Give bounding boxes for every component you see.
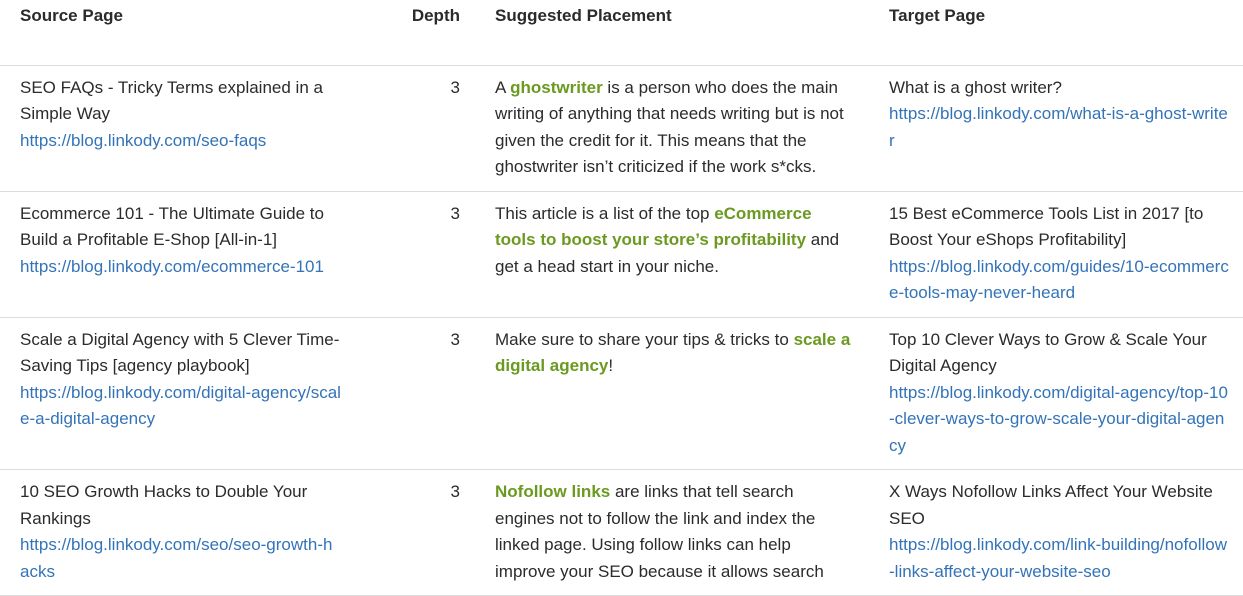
target-title: Top 10 Clever Ways to Grow & Scale Your … bbox=[889, 329, 1207, 376]
source-title: Scale a Digital Agency with 5 Clever Tim… bbox=[20, 329, 340, 376]
target-cell: X Ways Nofollow Links Affect Your Websit… bbox=[869, 469, 1243, 596]
source-link[interactable]: https://blog.linkody.com/seo-faqs bbox=[20, 128, 341, 155]
table-row: 10 SEO Growth Hacks to Double Your Ranki… bbox=[0, 469, 1243, 596]
column-header-source[interactable]: Source Page bbox=[0, 0, 355, 66]
source-cell: Ecommerce 101 - The Ultimate Guide to Bu… bbox=[0, 191, 355, 318]
column-header-placement[interactable]: Suggested Placement bbox=[475, 0, 869, 66]
internal-links-table: Source Page Depth Suggested Placement Ta… bbox=[0, 0, 1243, 596]
source-title: SEO FAQs - Tricky Terms explained in a S… bbox=[20, 77, 323, 124]
placement-text-before: Make sure to share your tips & tricks to bbox=[495, 329, 794, 349]
placement-cell: A ghostwriter is a person who does the m… bbox=[475, 65, 869, 192]
source-cell: Scale a Digital Agency with 5 Clever Tim… bbox=[0, 317, 355, 470]
source-title: 10 SEO Growth Hacks to Double Your Ranki… bbox=[20, 482, 308, 528]
anchor-text: Nofollow links bbox=[495, 482, 611, 501]
source-cell: SEO FAQs - Tricky Terms explained in a S… bbox=[0, 65, 355, 192]
target-title: What is a ghost writer? bbox=[889, 77, 1062, 97]
placement-cell: Make sure to share your tips & tricks to… bbox=[475, 317, 869, 470]
target-link[interactable]: https://blog.linkody.com/link-building/n… bbox=[889, 532, 1229, 585]
depth-value: 3 bbox=[355, 317, 475, 470]
source-link[interactable]: https://blog.linkody.com/seo/seo-growth-… bbox=[20, 532, 341, 585]
column-header-target[interactable]: Target Page bbox=[869, 0, 1243, 66]
placement-cell: Nofollow links are links that tell searc… bbox=[475, 469, 869, 596]
table-row: SEO FAQs - Tricky Terms explained in a S… bbox=[0, 65, 1243, 192]
table-row: Ecommerce 101 - The Ultimate Guide to Bu… bbox=[0, 191, 1243, 318]
table-row: Scale a Digital Agency with 5 Clever Tim… bbox=[0, 317, 1243, 470]
target-title: 15 Best eCommerce Tools List in 2017 [to… bbox=[889, 203, 1204, 250]
depth-value: 3 bbox=[355, 191, 475, 318]
target-link[interactable]: https://blog.linkody.com/guides/10-ecomm… bbox=[889, 254, 1229, 307]
target-cell: Top 10 Clever Ways to Grow & Scale Your … bbox=[869, 317, 1243, 470]
depth-value: 3 bbox=[355, 65, 475, 192]
header-row: Source Page Depth Suggested Placement Ta… bbox=[0, 0, 1243, 66]
placement-cell: This article is a list of the top eComme… bbox=[475, 191, 869, 318]
depth-value: 3 bbox=[355, 469, 475, 596]
target-cell: What is a ghost writer? https://blog.lin… bbox=[869, 65, 1243, 192]
anchor-text: ghostwriter bbox=[510, 77, 603, 97]
target-link[interactable]: https://blog.linkody.com/what-is-a-ghost… bbox=[889, 101, 1229, 154]
placement-text-before: This article is a list of the top bbox=[495, 203, 715, 223]
source-link[interactable]: https://blog.linkody.com/ecommerce-101 bbox=[20, 254, 341, 281]
source-cell: 10 SEO Growth Hacks to Double Your Ranki… bbox=[0, 469, 355, 596]
placement-text-after: ! bbox=[608, 356, 614, 375]
placement-text-before: A bbox=[495, 77, 511, 97]
source-title: Ecommerce 101 - The Ultimate Guide to Bu… bbox=[20, 203, 324, 250]
column-header-depth[interactable]: Depth bbox=[355, 0, 475, 66]
target-title: X Ways Nofollow Links Affect Your Websit… bbox=[889, 482, 1213, 528]
target-link[interactable]: https://blog.linkody.com/digital-agency/… bbox=[889, 380, 1229, 460]
source-link[interactable]: https://blog.linkody.com/digital-agency/… bbox=[20, 380, 341, 433]
target-cell: 15 Best eCommerce Tools List in 2017 [to… bbox=[869, 191, 1243, 318]
